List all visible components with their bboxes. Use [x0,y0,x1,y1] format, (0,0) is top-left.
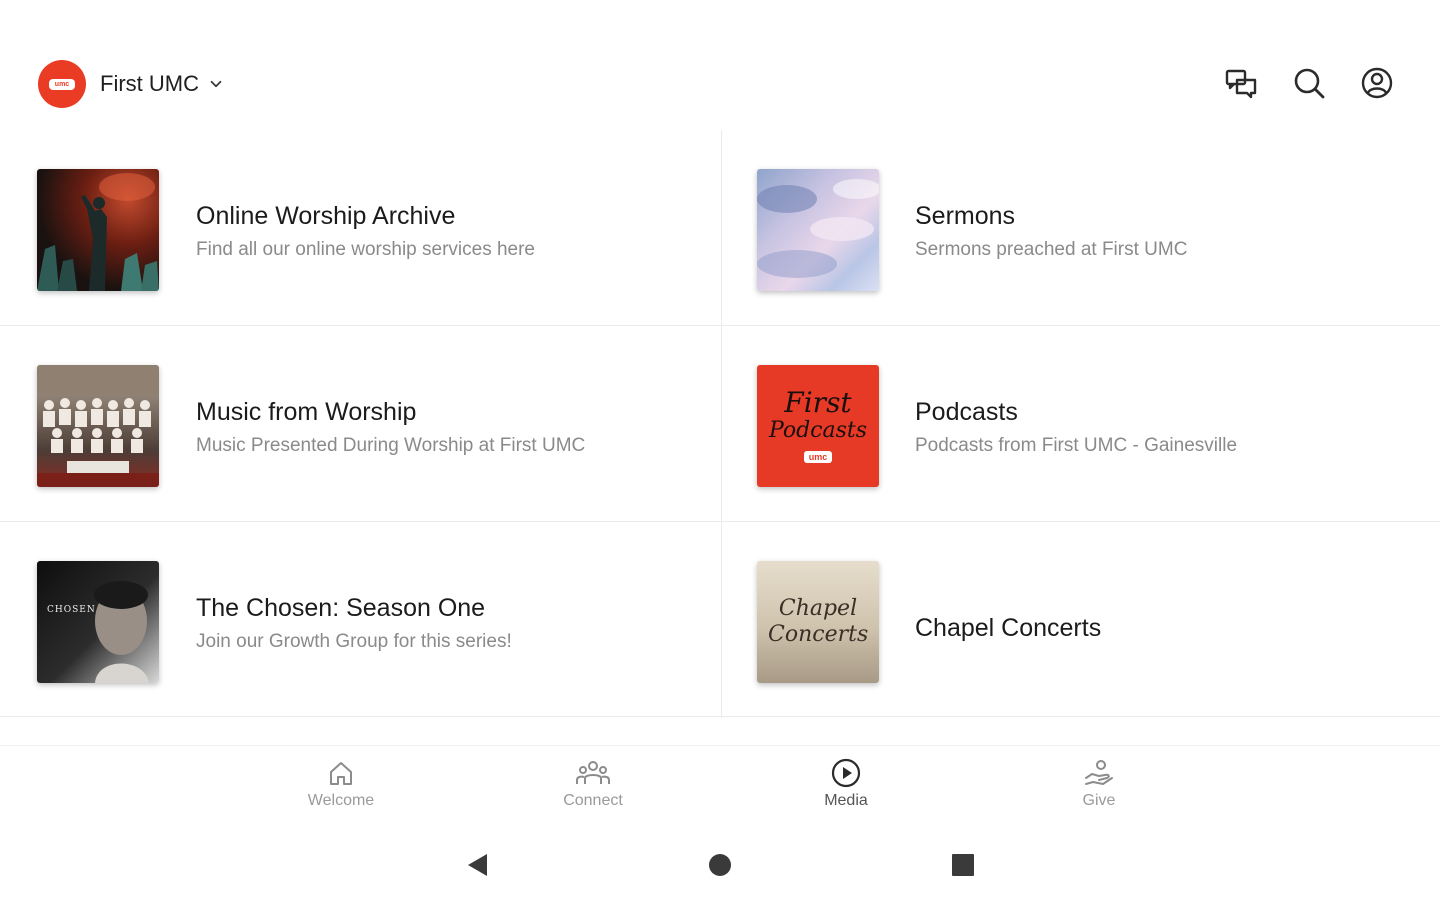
tile-subtitle: Podcasts from First UMC - Gainesville [915,435,1238,456]
bottom-navigation: Welcome Connect Media Give [0,745,1440,831]
chosen-thumb-text: CHOSEN [47,605,96,615]
podcasts-thumb-text-first: First [784,386,852,419]
tile-subtitle: Find all our online worship services her… [196,239,535,260]
chapel-thumb-text: Chapel Concerts [768,596,869,647]
play-circle-icon [831,758,861,788]
nav-media[interactable]: Media [786,758,906,810]
account-button[interactable] [1360,66,1394,100]
tile-title: Chapel Concerts [915,614,1102,642]
recents-icon [952,854,974,876]
home-icon [330,762,352,785]
tile-music-from-worship[interactable]: Music from Worship Music Presented Durin… [0,326,720,521]
search-icon [1294,68,1325,99]
nav-label: Connect [563,792,623,809]
search-button[interactable] [1292,66,1326,100]
podcasts-thumbnail: First Podcasts umc [757,365,879,487]
people-icon [576,761,610,784]
nav-connect[interactable]: Connect [533,758,653,810]
tile-title: Sermons [915,202,1016,230]
tile-text: Sermons Sermons preached at First UMC [915,202,1425,261]
give-hand-icon [1085,760,1113,785]
tile-text: The Chosen: Season One Join our Growth G… [196,594,706,653]
tile-text: Podcasts Podcasts from First UMC - Gaine… [915,398,1425,457]
tile-online-worship-archive[interactable]: Online Worship Archive Find all our onli… [0,130,720,325]
sermons-thumbnail [757,169,879,291]
system-navigation-bar [0,830,1440,900]
tile-the-chosen[interactable]: CHOSEN The Chosen: Season One Join our G… [0,522,720,717]
nav-welcome[interactable]: Welcome [281,758,401,810]
back-icon [468,854,487,876]
podcasts-thumb-text-podcasts: Podcasts [768,418,868,443]
nav-label: Media [824,792,868,809]
tile-chapel-concerts[interactable]: Chapel Concerts Chapel Concerts [721,522,1440,717]
tile-subtitle: Join our Growth Group for this series! [196,631,512,652]
online-worship-thumbnail [37,169,159,291]
tile-title: Music from Worship [196,398,417,426]
account-icon [1361,67,1393,99]
chosen-portrait-image [94,581,149,683]
chosen-thumbnail: CHOSEN [37,561,159,683]
podcasts-thumb-logo: umc [803,451,833,463]
tile-title: Online Worship Archive [196,202,456,230]
tile-subtitle: Sermons preached at First UMC [915,239,1188,260]
church-logo-mark: umc [49,78,75,90]
tile-text: Online Worship Archive Find all our onli… [196,202,706,261]
media-grid: Online Worship Archive Find all our onli… [0,130,1440,718]
nav-label: Give [1082,792,1116,809]
sky-clouds-image [757,179,879,278]
app-header: umc First UMC [0,0,1440,140]
church-logo: umc [38,60,86,108]
worship-figures-image [37,173,159,291]
tile-podcasts[interactable]: First Podcasts umc Podcasts Podcasts fro… [721,326,1440,521]
home-circle-icon [709,854,731,876]
tile-title: The Chosen: Season One [196,594,486,622]
tile-subtitle: Music Presented During Worship at First … [196,435,586,456]
back-button[interactable] [462,850,492,880]
choir-image [37,365,159,487]
church-name: First UMC [100,71,199,96]
tile-title: Podcasts [915,398,1018,426]
church-selector[interactable]: umc First UMC [38,60,225,108]
messages-button[interactable] [1224,66,1258,100]
recents-button[interactable] [948,850,978,880]
tile-text: Chapel Concerts [915,614,1425,643]
nav-label: Welcome [307,792,375,809]
music-thumbnail [37,365,159,487]
tile-text: Music from Worship Music Presented Durin… [196,398,706,457]
nav-give[interactable]: Give [1039,758,1159,810]
chevron-down-icon [210,80,222,88]
messages-icon [1225,69,1257,99]
chapel-concerts-thumbnail: Chapel Concerts [757,561,879,683]
tile-sermons[interactable]: Sermons Sermons preached at First UMC [721,130,1440,325]
home-system-button[interactable] [705,850,735,880]
